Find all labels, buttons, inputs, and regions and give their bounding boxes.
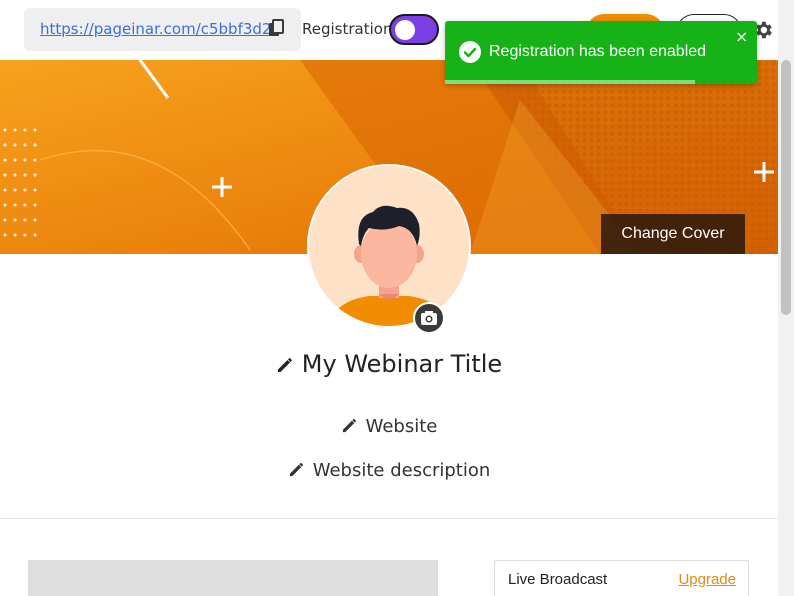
live-broadcast-label: Live Broadcast: [508, 571, 608, 588]
toast-message: Registration has been enabled: [489, 43, 707, 60]
page-url-link[interactable]: https://pageinar.com/c5bbf3d2: [40, 20, 272, 38]
section-divider: [0, 518, 778, 519]
pencil-icon: [276, 352, 294, 380]
pencil-icon: [341, 417, 358, 439]
toast-progress-bar: [445, 80, 695, 84]
webinar-title[interactable]: My Webinar Title: [0, 350, 778, 380]
check-circle-icon: [459, 41, 481, 63]
website-description-field[interactable]: Website description: [0, 460, 778, 483]
webinar-title-text: My Webinar Title: [301, 350, 503, 378]
scrollbar[interactable]: [778, 0, 794, 596]
url-box: https://pageinar.com/c5bbf3d2: [24, 8, 301, 51]
media-placeholder: [28, 560, 438, 596]
toast-notification: Registration has been enabled ×: [445, 21, 757, 84]
upgrade-link[interactable]: Upgrade: [678, 571, 736, 588]
website-text: Website: [365, 416, 438, 437]
website-field[interactable]: Website: [0, 416, 778, 439]
toggle-knob: [395, 20, 415, 40]
registration-label: Registration: [302, 20, 393, 38]
avatar-illustration: [309, 166, 469, 326]
pencil-icon: [288, 461, 305, 483]
camera-icon[interactable]: [413, 302, 445, 334]
change-cover-button[interactable]: Change Cover: [601, 214, 745, 254]
registration-toggle[interactable]: [389, 14, 439, 45]
live-broadcast-card: Live Broadcast Upgrade: [494, 560, 749, 596]
avatar[interactable]: [307, 164, 471, 328]
scrollbar-thumb[interactable]: [781, 60, 791, 315]
website-description-text: Website description: [312, 460, 491, 481]
copy-icon[interactable]: [268, 19, 286, 39]
close-icon[interactable]: ×: [735, 27, 748, 46]
